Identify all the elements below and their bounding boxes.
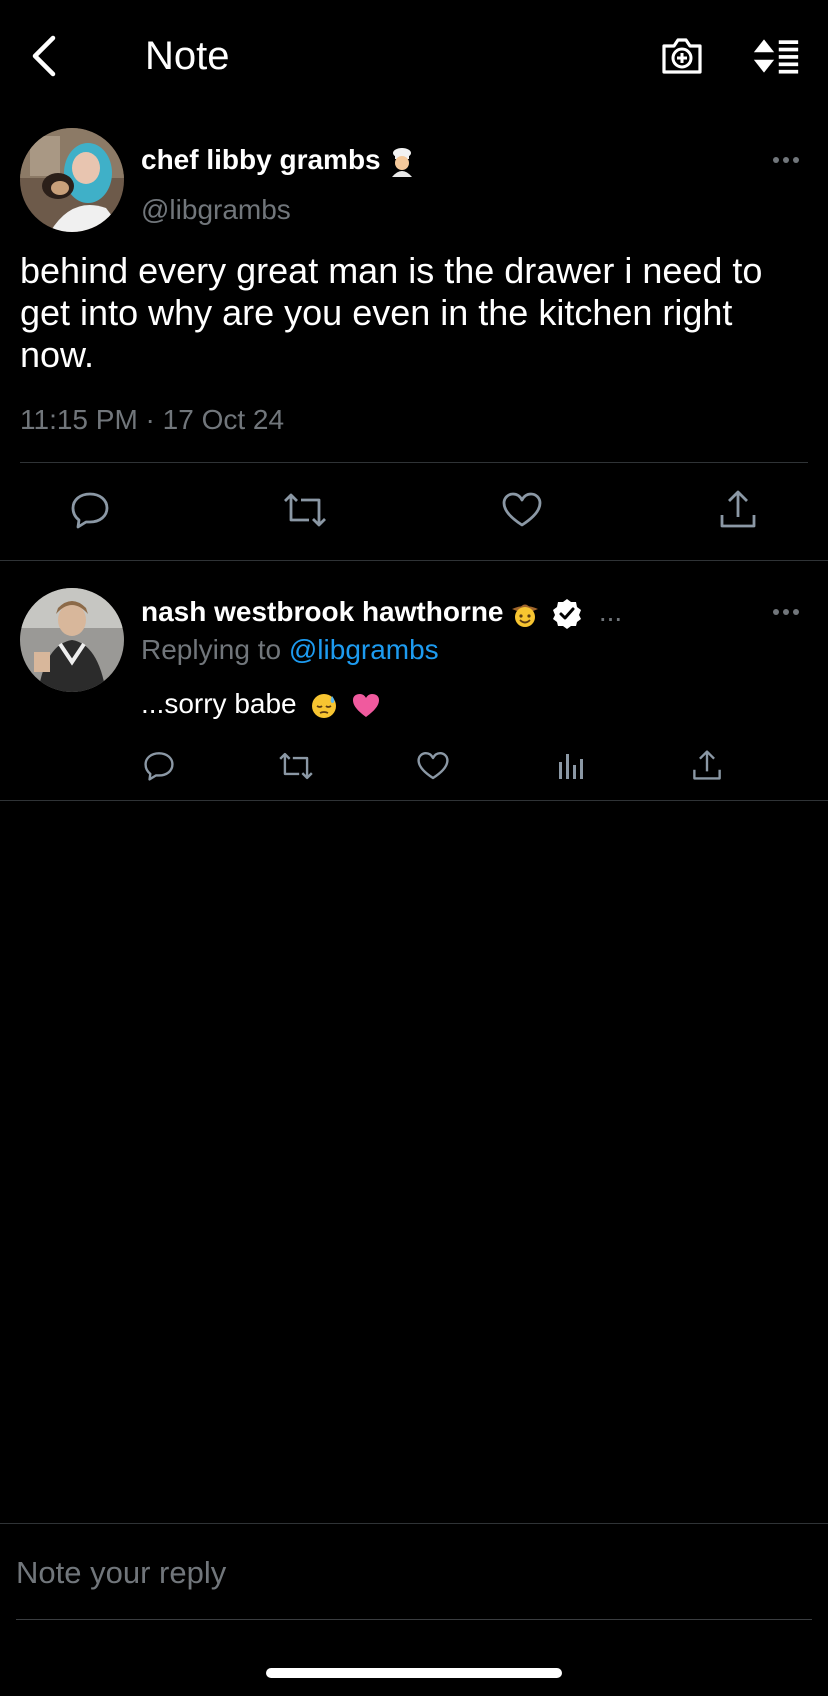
sort-lines-icon [753, 39, 799, 74]
reply-input[interactable]: Note your reply [16, 1555, 226, 1591]
name-overflow: ... [598, 596, 623, 627]
divider [0, 560, 828, 561]
avatar[interactable] [20, 128, 124, 232]
heart-icon [502, 492, 542, 527]
reply-text-row: ...sorry babe [141, 688, 380, 720]
avatar[interactable] [20, 588, 124, 692]
avatar-nash [20, 588, 124, 692]
camera-plus-icon [662, 38, 702, 74]
tweet-text: behind every great man is the drawer i n… [20, 250, 763, 375]
tweet-timestamp[interactable]: 11:15 PM · 17 Oct 24 [20, 404, 284, 436]
retweet-icon [284, 493, 326, 527]
ellipsis-icon [773, 609, 799, 615]
reply-author-name[interactable]: nash westbrook hawthorne [141, 596, 504, 627]
reply-button[interactable] [66, 488, 114, 532]
more-options-button[interactable] [766, 148, 806, 172]
share-button[interactable] [714, 486, 762, 532]
downcast-sweat-emoji-icon [312, 693, 337, 718]
author-name[interactable]: chef libby grambs [141, 144, 381, 175]
share-icon [693, 750, 721, 780]
reply-bubble-icon [144, 752, 174, 781]
share-icon [720, 490, 756, 528]
verified-badge-icon [553, 598, 582, 629]
reply-button[interactable] [140, 748, 178, 784]
ellipsis-icon [773, 157, 799, 163]
replying-to-line: Replying to @libgrambs [141, 634, 439, 666]
chevron-left-icon [32, 35, 56, 77]
home-indicator[interactable] [266, 1668, 562, 1678]
more-options-button[interactable] [766, 600, 806, 624]
replying-prefix: Replying to [141, 634, 282, 665]
author-handle[interactable]: @libgrambs [141, 194, 291, 226]
retweet-button[interactable] [276, 748, 316, 784]
camera-button[interactable] [658, 32, 706, 80]
reply-bubble-icon [71, 492, 109, 529]
sort-replies-button[interactable] [752, 32, 800, 80]
chef-emoji-icon [392, 147, 413, 177]
pink-heart-emoji-icon [353, 693, 380, 717]
avatar-libgrambs [20, 128, 124, 232]
reply-text: ...sorry babe [141, 688, 297, 719]
divider [0, 1523, 828, 1524]
back-button[interactable] [22, 30, 66, 82]
analytics-button[interactable] [552, 748, 590, 784]
like-button[interactable] [414, 748, 452, 784]
divider [20, 462, 808, 463]
top-bar: Note [0, 0, 828, 112]
share-button[interactable] [688, 746, 726, 784]
divider [0, 800, 828, 801]
author-name-row: chef libby grambs [141, 144, 416, 177]
analytics-icon [559, 754, 583, 779]
cowboy-emoji-icon [512, 604, 539, 627]
divider [16, 1619, 812, 1620]
heart-icon [417, 752, 449, 780]
like-button[interactable] [498, 488, 546, 532]
replying-handle-link[interactable]: @libgrambs [289, 634, 439, 665]
reply-author-row: nash westbrook hawthorne ... [141, 596, 622, 630]
retweet-button[interactable] [280, 488, 330, 532]
retweet-icon [279, 752, 313, 780]
page-title: Note [145, 34, 230, 78]
